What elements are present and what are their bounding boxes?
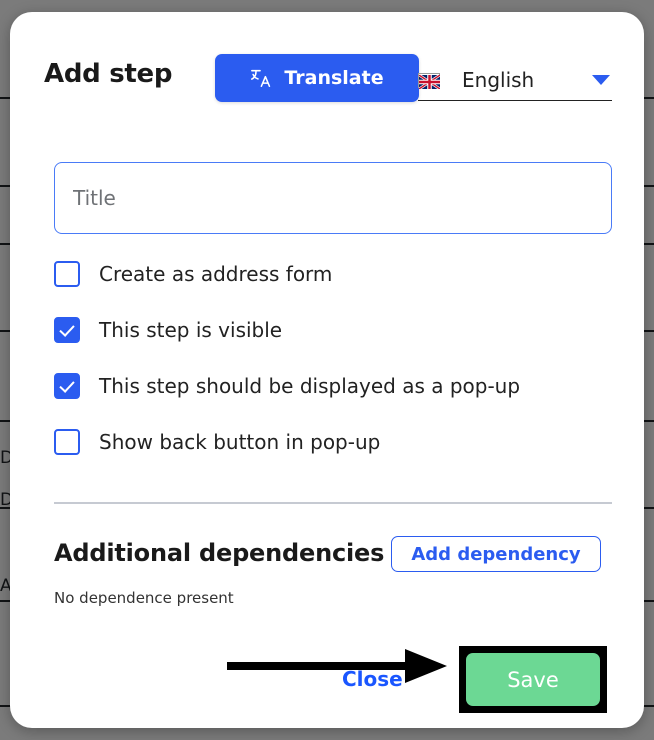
add-dependency-button[interactable]: Add dependency: [391, 536, 601, 572]
flag-uk-icon: [418, 72, 441, 90]
checkbox-icon[interactable]: [54, 261, 80, 287]
dependencies-title: Additional dependencies: [54, 539, 385, 567]
section-divider: [54, 502, 612, 504]
checkbox-label: This step is visible: [99, 318, 283, 342]
dependencies-empty-text: No dependence present: [54, 589, 234, 607]
save-button[interactable]: Save: [466, 653, 600, 706]
checkbox-row-step-is-visible[interactable]: This step is visible: [54, 316, 610, 344]
close-link[interactable]: Close: [342, 667, 403, 691]
modal-body: Add step Translate English Title Create …: [10, 12, 644, 728]
checkbox-label: Show back button in pop-up: [99, 430, 381, 454]
step-options-list: Create as address form This step is visi…: [54, 260, 610, 484]
dependencies-header: Additional dependencies Add dependency: [54, 536, 610, 576]
checkbox-icon-checked[interactable]: [54, 373, 80, 399]
add-step-modal: Add step Translate English Title Create …: [10, 12, 644, 728]
checkbox-label: This step should be displayed as a pop-u…: [99, 374, 521, 398]
translate-icon: [250, 67, 272, 89]
language-select[interactable]: English: [418, 60, 612, 101]
translate-button[interactable]: Translate: [215, 54, 419, 102]
page-title: Add step: [44, 59, 173, 89]
checkbox-icon-checked[interactable]: [54, 317, 80, 343]
checkbox-label: Create as address form: [99, 262, 333, 286]
chevron-down-icon[interactable]: [592, 75, 610, 85]
checkbox-row-show-back-button[interactable]: Show back button in pop-up: [54, 428, 610, 456]
checkbox-row-create-as-address-form[interactable]: Create as address form: [54, 260, 610, 288]
save-button-highlight: Save: [459, 646, 607, 713]
modal-header: Add step Translate English: [44, 54, 612, 106]
checkbox-icon[interactable]: [54, 429, 80, 455]
checkbox-row-display-as-popup[interactable]: This step should be displayed as a pop-u…: [54, 372, 610, 400]
translate-button-label: Translate: [284, 67, 384, 89]
title-input[interactable]: [54, 162, 612, 234]
language-select-value: English: [462, 68, 535, 92]
